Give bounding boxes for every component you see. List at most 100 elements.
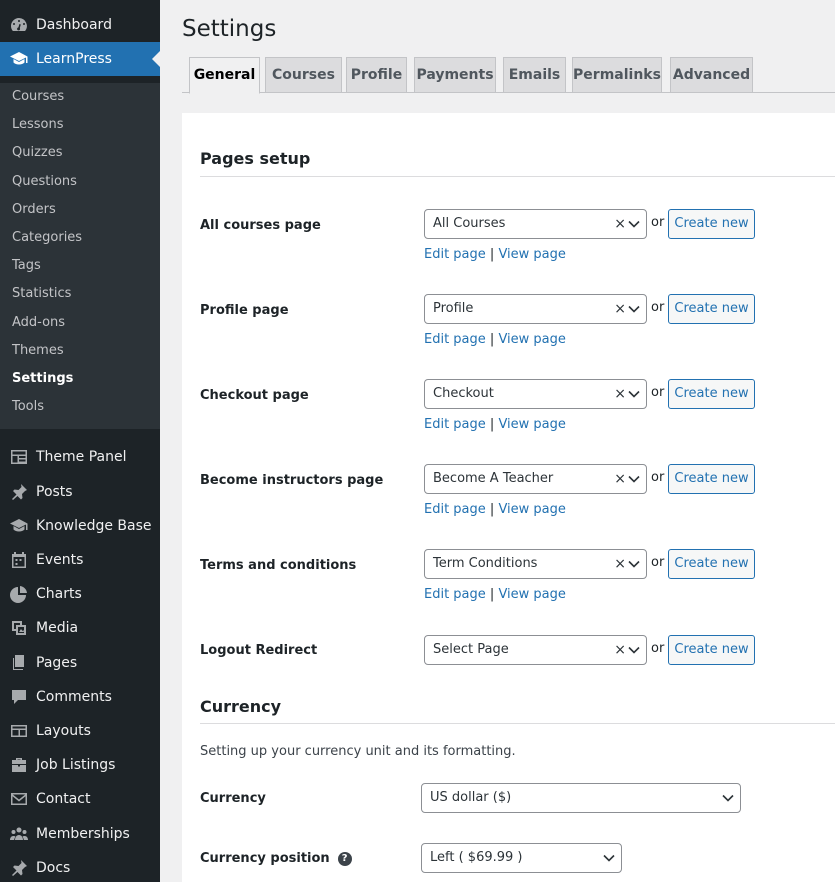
edit-page-link[interactable]: Edit page	[424, 247, 486, 262]
create-new-button[interactable]: Create new	[668, 464, 755, 494]
create-new-button[interactable]: Create new	[668, 549, 755, 579]
menu-media[interactable]: Media	[0, 611, 160, 645]
tab-courses[interactable]: Courses	[265, 57, 342, 93]
submenu-statistics[interactable]: Statistics	[12, 284, 71, 304]
label-terms-and-conditions: Terms and conditions	[200, 558, 357, 573]
view-page-link[interactable]: View page	[498, 247, 565, 262]
edit-page-link[interactable]: Edit page	[424, 332, 486, 347]
menu-label: Theme Panel	[36, 449, 127, 465]
edit-page-link[interactable]: Edit page	[424, 502, 486, 517]
checkout-page-select[interactable]: Checkout ×	[424, 379, 647, 409]
submenu-courses[interactable]: Courses	[12, 87, 64, 107]
all-courses-page-select[interactable]: All Courses ×	[424, 209, 647, 239]
clear-icon[interactable]: ×	[614, 380, 626, 408]
menu-job-listings[interactable]: Job Listings	[0, 748, 160, 782]
section-divider	[200, 723, 835, 724]
create-new-button[interactable]: Create new	[668, 209, 755, 239]
or-text: or	[651, 641, 665, 656]
edit-page-link[interactable]: Edit page	[424, 587, 486, 602]
view-page-link[interactable]: View page	[498, 587, 565, 602]
submenu-tools[interactable]: Tools	[12, 397, 44, 417]
submenu-categories[interactable]: Categories	[12, 228, 82, 248]
logout-redirect-select[interactable]: Select Page ×	[424, 635, 647, 665]
menu-knowledge-base[interactable]: Knowledge Base	[0, 509, 160, 543]
submenu-add-ons[interactable]: Add-ons	[12, 313, 65, 333]
tab-permalinks[interactable]: Permalinks	[572, 57, 662, 93]
menu-comments[interactable]: Comments	[0, 680, 160, 714]
link-separator: |	[489, 502, 495, 517]
main-content: Settings General Courses Profile Payment…	[160, 0, 835, 882]
create-new-button[interactable]: Create new	[668, 294, 755, 324]
become-instructors-page-select[interactable]: Become A Teacher ×	[424, 464, 647, 494]
tab-advanced[interactable]: Advanced	[670, 57, 753, 93]
terms-conditions-page-select[interactable]: Term Conditions ×	[424, 549, 647, 579]
chevron-down-icon	[628, 645, 640, 655]
label-currency: Currency	[200, 791, 266, 806]
submenu-tags[interactable]: Tags	[12, 256, 41, 276]
submenu-quizzes[interactable]: Quizzes	[12, 143, 63, 163]
submenu-questions[interactable]: Questions	[12, 172, 77, 192]
or-text: or	[651, 470, 665, 485]
profile-page-select[interactable]: Profile ×	[424, 294, 647, 324]
menu-learnpress[interactable]: LearnPress	[0, 42, 160, 76]
submenu-lessons[interactable]: Lessons	[12, 115, 64, 135]
page-links: Edit page | View page	[424, 502, 566, 517]
menu-dashboard[interactable]: Dashboard	[0, 8, 160, 42]
edit-page-link[interactable]: Edit page	[424, 417, 486, 432]
create-new-button[interactable]: Create new	[668, 379, 755, 409]
clear-icon[interactable]: ×	[614, 295, 626, 323]
tab-profile[interactable]: Profile	[346, 57, 407, 93]
page-title: Settings	[182, 16, 277, 42]
submenu-settings[interactable]: Settings	[12, 369, 73, 389]
tab-payments[interactable]: Payments	[414, 57, 496, 93]
pushpin-icon	[0, 858, 36, 878]
label-logout-redirect: Logout Redirect	[200, 643, 318, 658]
submenu-themes[interactable]: Themes	[12, 341, 64, 361]
clear-icon[interactable]: ×	[614, 210, 626, 238]
selected-value: Left ( $69.99 )	[430, 850, 523, 865]
clear-icon[interactable]: ×	[614, 465, 626, 493]
chevron-down-icon	[628, 559, 640, 569]
view-page-link[interactable]: View page	[498, 502, 565, 517]
menu-label: Contact	[36, 791, 91, 807]
dashboard-icon	[0, 15, 36, 35]
section-title-pages-setup: Pages setup	[200, 149, 311, 168]
media-icon	[0, 618, 36, 638]
menu-docs[interactable]: Docs	[0, 851, 160, 882]
menu-pages[interactable]: Pages	[0, 646, 160, 680]
view-page-link[interactable]: View page	[498, 417, 565, 432]
help-icon[interactable]: ?	[337, 852, 352, 866]
or-text: or	[651, 385, 665, 400]
calendar-icon	[0, 550, 36, 570]
submenu-orders[interactable]: Orders	[12, 200, 56, 220]
page-links: Edit page | View page	[424, 417, 566, 432]
menu-theme-panel[interactable]: Theme Panel	[0, 440, 160, 474]
section-title-currency: Currency	[200, 697, 282, 716]
menu-contact[interactable]: Contact	[0, 782, 160, 816]
selected-value: Become A Teacher	[433, 471, 554, 486]
clear-icon[interactable]: ×	[614, 636, 626, 664]
envelope-icon	[0, 789, 36, 809]
comment-icon	[0, 687, 36, 707]
tab-general[interactable]: General	[189, 57, 260, 94]
menu-label: Media	[36, 620, 79, 636]
menu-events[interactable]: Events	[0, 543, 160, 577]
currency-select[interactable]: US dollar ($)	[421, 783, 741, 813]
link-separator: |	[489, 332, 495, 347]
currency-position-select[interactable]: Left ( $69.99 )	[421, 843, 622, 873]
label-all-courses-page: All courses page	[200, 218, 321, 233]
menu-charts[interactable]: Charts	[0, 577, 160, 611]
menu-posts[interactable]: Posts	[0, 475, 160, 509]
clear-icon[interactable]: ×	[614, 550, 626, 578]
or-text: or	[651, 300, 665, 315]
link-separator: |	[489, 247, 495, 262]
groups-icon	[0, 824, 36, 844]
tab-emails[interactable]: Emails	[503, 57, 566, 93]
create-new-button[interactable]: Create new	[668, 635, 755, 665]
label-currency-position: Currency position?	[200, 851, 352, 866]
menu-memberships[interactable]: Memberships	[0, 817, 160, 851]
view-page-link[interactable]: View page	[498, 332, 565, 347]
menu-label: Posts	[36, 484, 73, 500]
menu-layouts[interactable]: Layouts	[0, 714, 160, 748]
pie-chart-icon	[0, 584, 36, 604]
